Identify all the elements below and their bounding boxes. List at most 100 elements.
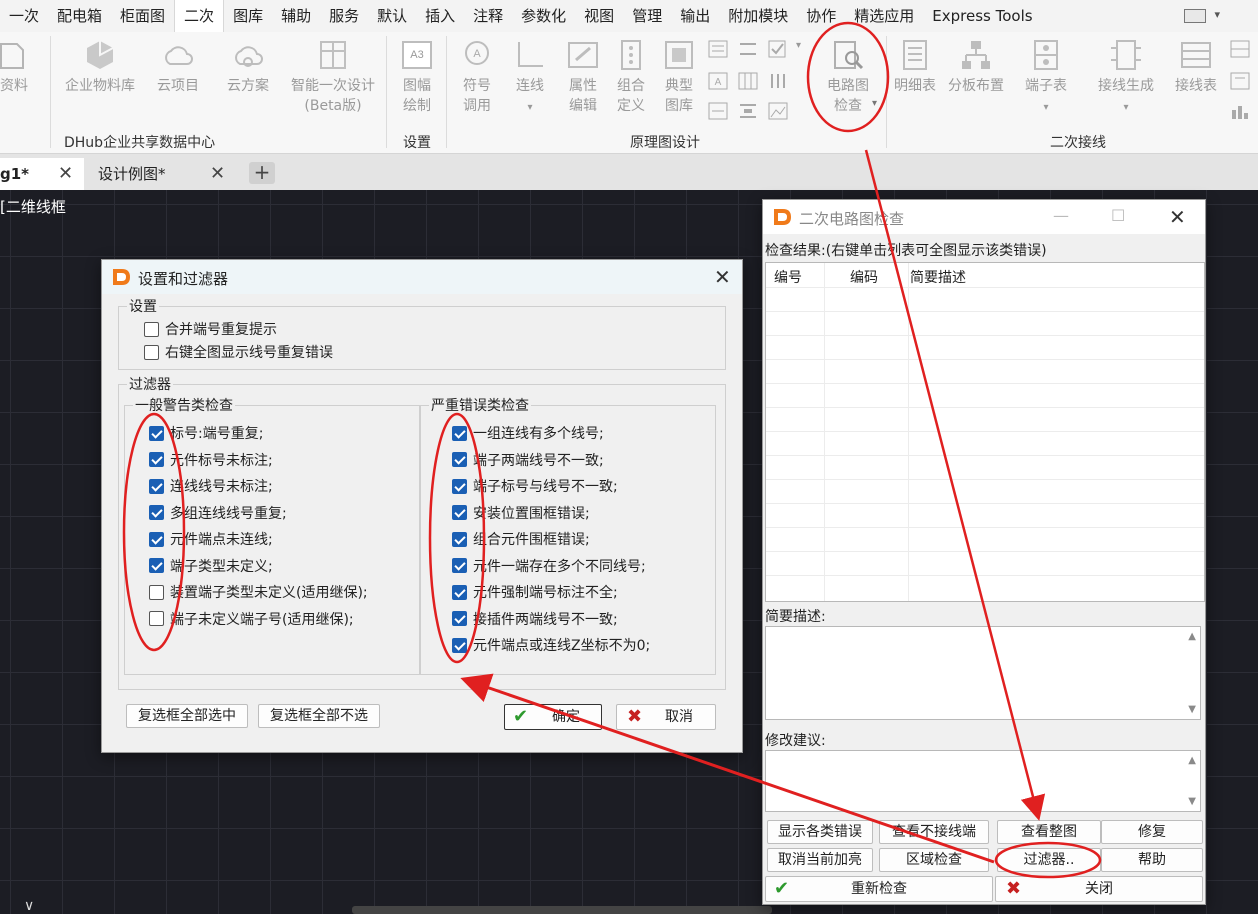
ribbon-tab[interactable]: 协作: [797, 0, 845, 32]
symbol-call-button[interactable]: A 符号 调用: [456, 38, 498, 116]
checkbox-row[interactable]: 装置端子类型未定义(适用继保);: [149, 582, 368, 602]
viewport-style-label[interactable]: [二维线框: [0, 196, 66, 217]
checkbox-row[interactable]: 多组连线线号重复;: [149, 503, 287, 523]
chevron-down-icon[interactable]: ∨: [24, 898, 34, 914]
check-tool-icon[interactable]: [768, 40, 788, 58]
view-full-button[interactable]: 查看整图: [997, 820, 1101, 844]
ok-button[interactable]: ✔ 确定: [504, 704, 602, 730]
checkbox[interactable]: [452, 558, 467, 573]
checkbox[interactable]: [149, 425, 164, 441]
text-tool-icon[interactable]: A: [708, 72, 728, 90]
list-small-icon[interactable]: [1230, 72, 1250, 90]
frame-draw-button[interactable]: A3 图幅 绘制: [396, 38, 438, 116]
checkbox-row[interactable]: 元件强制端号标注不全;: [452, 582, 618, 602]
terminal-table-button[interactable]: 端子表 ▾: [1018, 38, 1074, 118]
bar-chart-small-icon[interactable]: [1230, 102, 1250, 120]
column-header-number[interactable]: 编号: [774, 267, 802, 287]
align-tool-icon[interactable]: [738, 40, 758, 58]
ribbon-tab[interactable]: 服务: [320, 0, 368, 32]
checkbox-row[interactable]: 右键全图显示线号重复错误: [144, 342, 333, 362]
ribbon-tab[interactable]: 一次: [0, 0, 48, 32]
checkbox[interactable]: [452, 505, 467, 520]
ribbon-tab[interactable]: 注释: [464, 0, 512, 32]
ribbon-tab[interactable]: 配电箱: [48, 0, 111, 32]
checkbox[interactable]: [149, 452, 164, 467]
scroll-up-icon[interactable]: ▲: [1188, 631, 1196, 642]
bars-tool-icon[interactable]: [768, 72, 788, 90]
chevron-down-icon[interactable]: ▾: [796, 40, 801, 51]
checkbox-row[interactable]: 标号:端号重复;: [149, 423, 263, 443]
close-icon[interactable]: ✕: [1169, 205, 1186, 229]
checkbox-row[interactable]: 安装位置围框错误;: [452, 503, 590, 523]
close-icon[interactable]: ✕: [714, 265, 731, 289]
close-icon[interactable]: ✕: [58, 158, 73, 190]
ribbon-tab[interactable]: 默认: [368, 0, 416, 32]
checkbox[interactable]: [452, 611, 467, 626]
ribbon-tab[interactable]: 输出: [671, 0, 719, 32]
close-button[interactable]: ✖ 关闭: [995, 876, 1203, 902]
checkbox-row[interactable]: 元件端点未连线;: [149, 529, 273, 549]
ribbon-tab[interactable]: 辅助: [272, 0, 320, 32]
area-check-button[interactable]: 区域检查: [879, 848, 989, 872]
chevron-down-icon[interactable]: ▾: [872, 98, 877, 109]
ribbon-tab[interactable]: 管理: [623, 0, 671, 32]
checkbox[interactable]: [452, 531, 467, 547]
checkbox-row[interactable]: 合并端号重复提示: [144, 319, 277, 339]
deselect-all-button[interactable]: 复选框全部不选: [258, 704, 380, 728]
checkbox-row[interactable]: 端子两端线号不一致;: [452, 450, 604, 470]
help-button[interactable]: 帮助: [1101, 848, 1203, 872]
checkbox-row[interactable]: 元件端点或连线Z坐标不为0;: [452, 635, 650, 655]
grid-small-icon[interactable]: [1230, 40, 1250, 58]
checkbox[interactable]: [452, 478, 467, 494]
checkbox[interactable]: [149, 531, 164, 547]
cloud-project-button[interactable]: 云项目: [150, 38, 206, 96]
minimize-icon[interactable]: —: [1053, 206, 1069, 225]
checkbox-row[interactable]: 元件标号未标注;: [149, 450, 273, 470]
checkbox-row[interactable]: 一组连线有多个线号;: [452, 423, 604, 443]
wiring-table-button[interactable]: 接线表: [1168, 38, 1224, 96]
filter-button[interactable]: 过滤器..: [997, 848, 1101, 872]
suggestion-textbox[interactable]: ▲ ▼: [765, 750, 1201, 812]
ribbon-tab[interactable]: 插入: [416, 0, 464, 32]
view-unconnected-button[interactable]: 查看不接线端: [879, 820, 989, 844]
add-tab-button[interactable]: +: [249, 162, 275, 184]
checkbox[interactable]: [144, 321, 159, 337]
checkbox[interactable]: [149, 505, 164, 520]
cloud-plan-button[interactable]: 云方案: [220, 38, 276, 96]
checkbox-row[interactable]: 接插件两端线号不一致;: [452, 609, 618, 629]
checkbox-row[interactable]: 组合元件围框错误;: [452, 529, 590, 549]
repair-button[interactable]: 修复: [1101, 820, 1203, 844]
ribbon-tab[interactable]: Express Tools: [923, 0, 1041, 32]
results-list[interactable]: 编号 编码 简要描述: [765, 262, 1205, 602]
ribbon-tab[interactable]: 柜面图: [111, 0, 174, 32]
circuit-check-button[interactable]: 电路图 检查: [818, 38, 878, 116]
column-header-summary[interactable]: 简要描述: [910, 267, 966, 287]
attr-edit-button[interactable]: 属性 编辑: [562, 38, 604, 116]
doc-tab-g1[interactable]: g1* ✕: [0, 158, 84, 190]
checkbox[interactable]: [149, 584, 164, 600]
checkbox[interactable]: [149, 558, 164, 573]
checkbox-row[interactable]: 元件一端存在多个不同线号;: [452, 556, 646, 576]
select-all-button[interactable]: 复选框全部选中: [126, 704, 248, 728]
checkbox[interactable]: [144, 344, 159, 360]
report-tool-icon[interactable]: [708, 102, 728, 120]
checkbox-row[interactable]: 端子类型未定义;: [149, 556, 273, 576]
wire-button[interactable]: 连线 ▾: [508, 38, 552, 118]
maximize-icon[interactable]: ☐: [1111, 206, 1125, 225]
checkbox-row[interactable]: 端子标号与线号不一致;: [452, 476, 618, 496]
ribbon-tab[interactable]: 视图: [575, 0, 623, 32]
column-header-code[interactable]: 编码: [850, 267, 878, 287]
chevron-down-icon[interactable]: ▾: [1214, 8, 1220, 21]
checkbox[interactable]: [149, 478, 164, 494]
recheck-button[interactable]: ✔ 重新检查: [765, 876, 993, 902]
ribbon-tab[interactable]: 图库: [224, 0, 272, 32]
checkbox[interactable]: [452, 637, 467, 653]
checkbox-row[interactable]: 端子未定义端子号(适用继保);: [149, 609, 354, 629]
enterprise-lib-button[interactable]: 企业物料库: [58, 38, 142, 96]
summary-textbox[interactable]: ▲ ▼: [765, 626, 1201, 720]
distribute-tool-icon[interactable]: [738, 102, 758, 120]
scroll-down-icon[interactable]: ▼: [1188, 704, 1196, 715]
combo-define-button[interactable]: 组合 定义: [610, 38, 652, 116]
ribbon-minimize-toggle[interactable]: [1184, 9, 1206, 23]
detail-table-button[interactable]: 明细表: [890, 38, 940, 96]
